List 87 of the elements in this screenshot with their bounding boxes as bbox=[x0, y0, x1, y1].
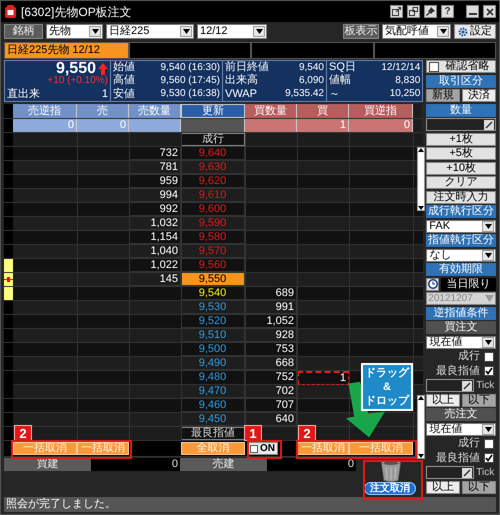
board-display-button[interactable]: 板表示 bbox=[343, 24, 379, 39]
panel-button[interactable]: 注文時入力 bbox=[426, 190, 496, 204]
quote-value: 10,250 bbox=[390, 89, 420, 100]
settings-button[interactable]: 設定 bbox=[454, 24, 496, 39]
step-badge: 2 bbox=[298, 425, 316, 441]
toggle-button[interactable]: 以下 bbox=[462, 480, 496, 494]
expiry-field[interactable]: 当日限り bbox=[441, 278, 496, 290]
month-dropdown[interactable]: 12/12 bbox=[197, 24, 267, 39]
checkbox-label: 確認省略 bbox=[444, 61, 491, 72]
option-label: 最良指値 bbox=[436, 366, 480, 376]
display-mode-dropdown[interactable]: 気配呼値 bbox=[382, 24, 451, 39]
position-value: 0 bbox=[267, 458, 356, 471]
last-price: 9,550 bbox=[56, 60, 96, 76]
panel-button[interactable]: +1枚 bbox=[426, 132, 496, 146]
quote-value: 9,560 (17:45) bbox=[160, 76, 220, 86]
step-badge: 2 bbox=[14, 425, 32, 441]
cancel-order-button[interactable]: 注文取消 bbox=[364, 482, 416, 495]
dropdown[interactable]: 現在値 bbox=[426, 422, 496, 436]
index-dropdown[interactable]: 日経225 bbox=[106, 24, 194, 39]
toggle-button[interactable]: 以下 bbox=[462, 394, 496, 406]
volume-label: 直出来 bbox=[7, 89, 40, 100]
section-header: 取引区分 bbox=[426, 74, 496, 88]
price-change: +10 (+0.10%) bbox=[46, 76, 108, 88]
quote-value: 9,535.42 bbox=[285, 89, 324, 100]
quote-label: 値幅 bbox=[329, 75, 351, 86]
total-cell: 0 bbox=[349, 119, 413, 132]
quote-value: 8,830 bbox=[395, 76, 420, 86]
market-order-label: 成行 bbox=[181, 133, 245, 146]
column-header: 売数量 bbox=[129, 104, 181, 118]
column-header: 売 bbox=[77, 104, 129, 118]
quote-value: 9,540 (16:30) bbox=[160, 62, 220, 73]
section-header: 指値執行区分 bbox=[426, 234, 496, 247]
quote-label: 安値 bbox=[113, 88, 135, 100]
option-label: 成行 bbox=[458, 351, 480, 362]
quote-label: SQ日 bbox=[329, 62, 356, 74]
tick-label: Tick bbox=[476, 380, 494, 390]
section-header: 成行執行区分 bbox=[426, 205, 496, 218]
toggle-button[interactable]: 以上 bbox=[426, 394, 460, 406]
dropdown[interactable]: なし bbox=[426, 248, 496, 262]
column-header: 買逆指 bbox=[349, 104, 413, 118]
section-header: 逆指値条件 bbox=[426, 306, 496, 320]
section-header: 有効期限 bbox=[426, 263, 496, 276]
option-label: 成行 bbox=[458, 438, 480, 449]
refresh-button[interactable]: 更新 bbox=[181, 104, 245, 118]
column-header: 売逆指 bbox=[13, 104, 77, 118]
column-header: 買 bbox=[297, 104, 349, 118]
window-title: [6302]先物OP板注文 bbox=[21, 6, 132, 18]
on-checkbox[interactable]: ON bbox=[247, 442, 278, 455]
product-dropdown[interactable]: 先物 bbox=[46, 24, 103, 39]
drag-drop-tooltip: ドラッグ & ドロップ bbox=[361, 363, 413, 411]
best-limit-label: 最良指値 bbox=[181, 427, 245, 440]
panel-button[interactable]: クリア bbox=[426, 176, 496, 189]
status-text: 照会が完了しました。 bbox=[6, 499, 116, 510]
quote-label: 前日終値 bbox=[225, 62, 269, 74]
quote-value: 9,530 (16:38) bbox=[160, 89, 220, 100]
toggle-button[interactable]: 新規 bbox=[426, 89, 460, 102]
help-button[interactable]: ? bbox=[441, 5, 454, 18]
toggle-button[interactable]: 以上 bbox=[426, 480, 460, 494]
section-header: 数量 bbox=[426, 104, 496, 116]
price-cell[interactable]: 9,550 bbox=[181, 273, 245, 286]
tab[interactable]: 日経225先物 12/12 bbox=[4, 42, 129, 59]
quote-value: 6,090 bbox=[298, 76, 324, 86]
panel-button[interactable]: +10枚 bbox=[426, 162, 496, 174]
section-header: 売注文 bbox=[426, 408, 496, 421]
quote-label: ～ bbox=[329, 88, 340, 100]
volume-value: 1 bbox=[102, 89, 108, 100]
total-cell: 0 bbox=[13, 119, 77, 132]
quote-value: 12/12/14 bbox=[381, 62, 420, 73]
section-header: 買注文 bbox=[426, 321, 496, 334]
dropdown[interactable]: FAK bbox=[426, 220, 496, 232]
position-label: 売建 bbox=[180, 458, 267, 471]
toggle-button[interactable]: 決済 bbox=[462, 89, 496, 102]
symbol-button[interactable]: 銘柄 bbox=[4, 24, 43, 39]
option-label: 最良指値 bbox=[436, 452, 480, 464]
quote-value: 9,540 bbox=[298, 62, 324, 73]
panel-button[interactable]: +5枚 bbox=[426, 147, 496, 160]
dropdown[interactable]: 現在値 bbox=[426, 336, 496, 348]
step-badge: 1 bbox=[244, 425, 262, 441]
quote-label: VWAP bbox=[225, 88, 257, 100]
quote-label: 出来高 bbox=[225, 75, 258, 86]
total-cell: 1 bbox=[297, 119, 349, 132]
position-value: 0 bbox=[91, 458, 180, 471]
quote-label: 高値 bbox=[113, 75, 135, 86]
tick-label: Tick bbox=[476, 468, 494, 478]
column-header: 買数量 bbox=[245, 104, 297, 118]
quote-label: 始値 bbox=[113, 62, 135, 74]
total-cell: 0 bbox=[77, 119, 129, 132]
